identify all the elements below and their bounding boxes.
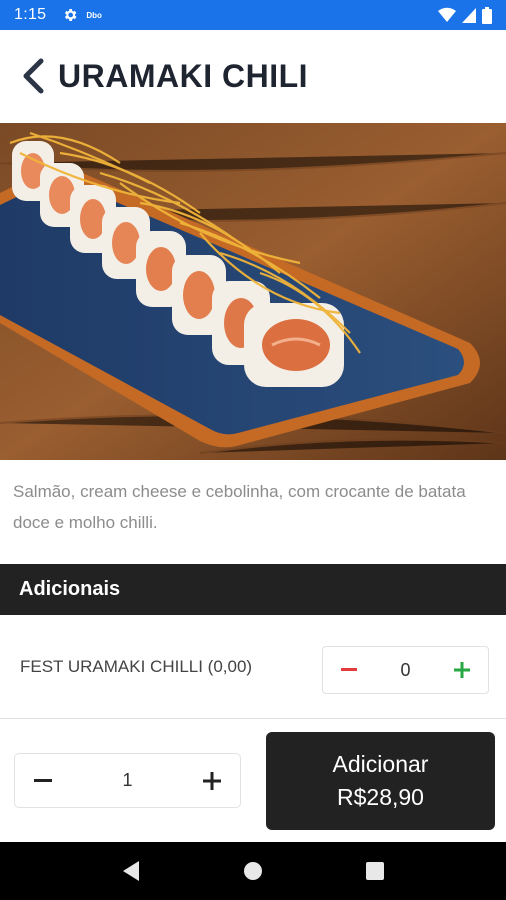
quantity-stepper: 1 <box>14 753 241 808</box>
gear-icon <box>65 9 77 21</box>
addons-section-header: Adicionais <box>0 564 506 615</box>
page-title: URAMAKI CHILI <box>58 57 309 94</box>
status-bar: 1:15 Dbo <box>0 0 506 30</box>
plus-icon <box>453 662 470 678</box>
quantity-increment-button[interactable] <box>200 769 224 793</box>
back-triangle-icon <box>123 861 139 881</box>
add-button-label: Adicionar <box>332 751 429 777</box>
minus-icon <box>341 668 357 671</box>
nav-recents-button[interactable] <box>360 856 390 886</box>
notification-mini-icon: Dbo <box>86 10 102 20</box>
app-header: URAMAKI CHILI <box>0 30 506 122</box>
signal-icon <box>462 8 476 23</box>
addon-item-label: FEST URAMAKI CHILLI (0,00) <box>20 657 253 676</box>
nav-back-button[interactable] <box>116 856 146 886</box>
add-to-cart-button[interactable]: Adicionar R$28,90 <box>266 732 495 830</box>
wifi-icon <box>438 7 456 23</box>
quantity-value: 1 <box>122 770 133 790</box>
status-time: 1:15 <box>14 6 47 23</box>
addon-item: FEST URAMAKI CHILLI (0,00) 0 <box>0 615 506 719</box>
product-description: Salmão, cream cheese e cebolinha, com cr… <box>13 482 466 532</box>
product-image <box>0 123 506 460</box>
back-button[interactable] <box>18 56 48 96</box>
chevron-left-icon <box>23 58 44 94</box>
addon-increment-button[interactable] <box>450 658 474 682</box>
quantity-decrement-button[interactable] <box>31 769 55 793</box>
minus-icon <box>34 778 52 782</box>
system-nav-bar <box>0 842 506 900</box>
battery-icon <box>482 6 492 24</box>
addon-quantity-value: 0 <box>400 659 411 680</box>
nav-home-button[interactable] <box>238 856 268 886</box>
addon-quantity-stepper: 0 <box>322 646 489 694</box>
recents-square-icon <box>366 862 384 880</box>
plus-icon <box>202 771 221 790</box>
add-button-price: R$28,90 <box>337 784 424 810</box>
status-icons <box>438 6 492 24</box>
addon-decrement-button[interactable] <box>337 658 361 682</box>
sushi-photo <box>0 123 506 460</box>
addons-section-title: Adicionais <box>19 578 121 600</box>
home-circle-icon <box>244 862 262 880</box>
